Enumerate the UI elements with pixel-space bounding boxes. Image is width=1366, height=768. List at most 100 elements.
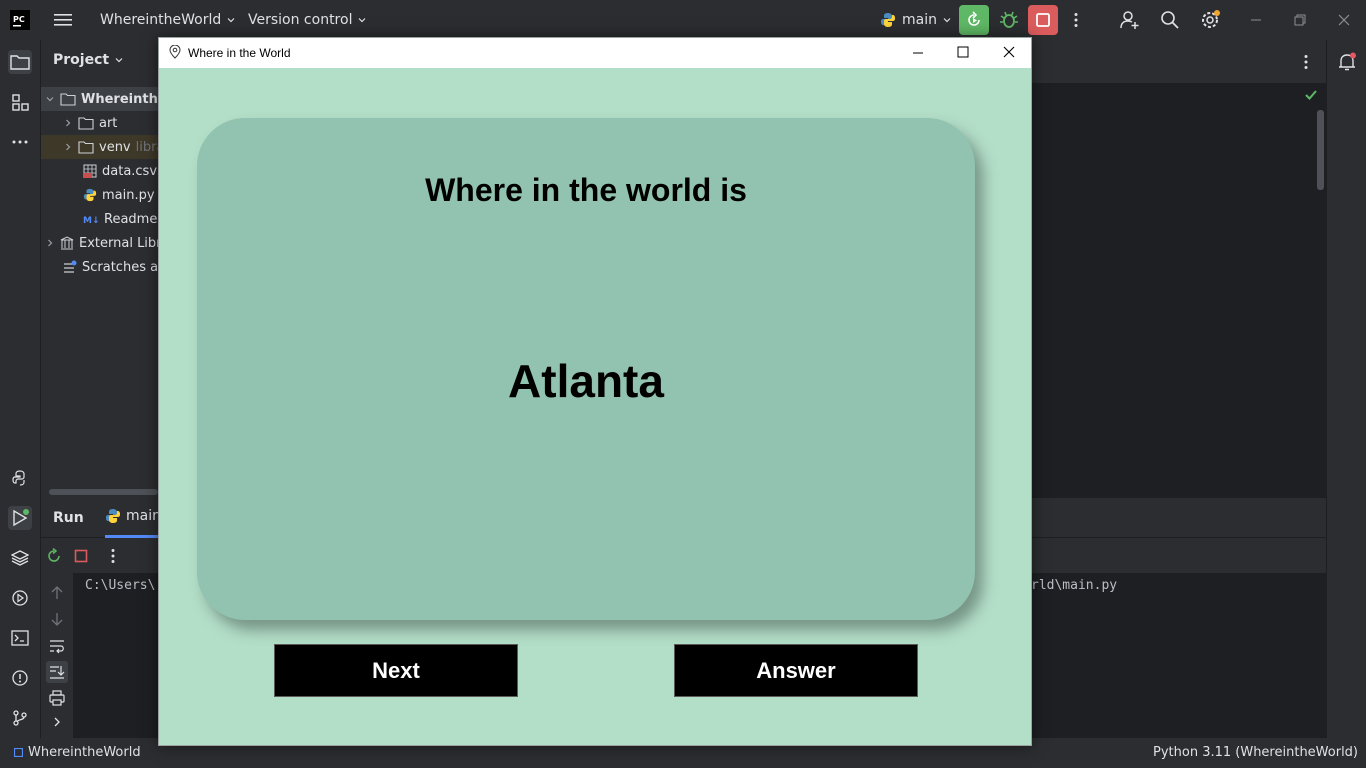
folder-icon (78, 141, 94, 154)
card-city: Atlanta (508, 355, 664, 407)
run-tool-button[interactable] (8, 506, 32, 530)
run-config-tab[interactable]: main (105, 508, 161, 524)
chevron-right-icon (48, 239, 53, 247)
settings-gear-icon[interactable] (1200, 10, 1222, 30)
git-branch-icon (13, 710, 27, 726)
status-project-breadcrumb[interactable]: WhereintheWorld (14, 745, 141, 760)
chevron-down-icon (46, 97, 54, 102)
run-icon (13, 509, 29, 527)
bug-icon (1000, 11, 1018, 28)
scroll-to-end-icon (50, 666, 65, 679)
editor-area (1032, 40, 1326, 498)
ide-title-bar: PC WhereintheWorld Version control main (0, 0, 1366, 40)
project-tool-button[interactable] (8, 50, 32, 74)
stop-icon (1036, 13, 1050, 27)
notifications-bell-icon[interactable] (1337, 52, 1357, 72)
stop-button[interactable] (1028, 5, 1058, 35)
stop-small-icon[interactable] (74, 549, 88, 563)
editor-scrollbar[interactable] (1317, 110, 1324, 190)
project-panel-header[interactable]: Project (53, 52, 123, 68)
right-tool-strip (1326, 40, 1366, 738)
print-icon[interactable] (49, 690, 65, 706)
scratches-icon (64, 260, 77, 273)
python-icon (106, 509, 120, 523)
app-window-title: Where in the World (188, 46, 291, 60)
chevron-down-icon (943, 18, 951, 23)
vcs-menu[interactable]: Version control (248, 0, 366, 40)
close-icon[interactable] (1002, 45, 1016, 59)
folder-icon (10, 55, 30, 70)
tree-item-label: Readme.r (104, 211, 158, 227)
app-window-title-bar[interactable]: Where in the World (159, 38, 1031, 68)
chevron-down-icon (227, 18, 235, 23)
python-console-icon (12, 470, 25, 486)
minimize-icon[interactable] (911, 46, 925, 60)
chevron-down-icon (359, 18, 366, 23)
minimize-ide-icon[interactable] (1248, 12, 1264, 28)
app-window: Where in the World Where in the world is… (158, 37, 1032, 746)
structure-tool-button[interactable] (8, 90, 32, 114)
tree-item-scratches[interactable]: Scratches ar (63, 255, 158, 279)
main-menu-icon[interactable] (54, 0, 72, 40)
more-tools-icon[interactable] (8, 130, 32, 154)
card-prompt: Where in the world is (425, 172, 747, 208)
next-button[interactable]: Next (274, 644, 518, 697)
chevron-down-icon (115, 58, 123, 63)
run-more-icon[interactable] (105, 548, 121, 564)
vcs-label: Version control (248, 12, 353, 28)
inspection-ok-check-icon[interactable] (1304, 88, 1318, 102)
tree-item-note: libra (135, 139, 158, 155)
answer-button[interactable]: Answer (674, 644, 918, 697)
python-packages-tool-button[interactable] (8, 546, 32, 570)
git-tool-button[interactable] (8, 706, 32, 730)
structure-icon (12, 94, 29, 111)
services-tool-button[interactable] (8, 586, 32, 610)
console-line-right: rld\main.py (1031, 578, 1118, 593)
tree-item-project-root[interactable]: WhereintheW (45, 87, 158, 111)
tree-item-art[interactable]: art (63, 111, 117, 135)
close-ide-icon[interactable] (1336, 12, 1352, 28)
tree-item-data-csv[interactable]: data.csv (83, 159, 157, 183)
module-icon (14, 748, 23, 757)
editor-tab-bar (1032, 40, 1326, 84)
tree-item-readme[interactable]: M↓ Readme.r (83, 207, 158, 231)
run-tab-title[interactable]: Run (53, 510, 84, 526)
project-panel: Project WhereintheW art venv libra data.… (41, 40, 158, 498)
restore-ide-icon[interactable] (1292, 12, 1308, 28)
warning-circle-icon (12, 670, 28, 686)
debug-button[interactable] (999, 10, 1019, 30)
run-config-tab-label: main (126, 508, 161, 524)
terminal-tool-button[interactable] (8, 626, 32, 650)
status-interpreter[interactable]: Python 3.11 (WhereintheWorld) (1153, 745, 1358, 760)
horizontal-scrollbar[interactable] (49, 489, 158, 495)
scroll-to-end-button[interactable] (46, 661, 68, 683)
more-actions-icon[interactable] (1068, 12, 1084, 28)
rerun-small-icon[interactable] (46, 548, 62, 564)
project-switcher[interactable]: WhereintheWorld (100, 0, 235, 40)
chevron-right-icon (66, 119, 71, 127)
editor-more-icon[interactable] (1298, 54, 1314, 70)
python-file-icon (83, 188, 97, 202)
rerun-button[interactable] (959, 5, 989, 35)
chevron-right-icon[interactable] (49, 714, 65, 730)
tree-item-main-py[interactable]: main.py (83, 183, 155, 207)
tree-item-external-libraries[interactable]: External Libr (45, 231, 158, 255)
svg-text:PC: PC (13, 15, 25, 24)
problems-tool-button[interactable] (8, 666, 32, 690)
tree-item-venv[interactable]: venv libra (63, 135, 158, 159)
tree-item-label: WhereintheW (81, 91, 158, 107)
soft-wrap-icon[interactable] (49, 638, 65, 654)
pycharm-logo-icon: PC (10, 0, 30, 40)
add-user-icon[interactable] (1120, 10, 1140, 30)
active-tab-indicator (105, 535, 159, 538)
scroll-up-icon[interactable] (49, 585, 65, 601)
search-icon[interactable] (1160, 10, 1180, 30)
maximize-icon[interactable] (956, 45, 970, 59)
run-config-selector[interactable]: main (880, 0, 951, 40)
folder-icon (60, 93, 76, 106)
flash-card: Where in the world is Atlanta (197, 118, 975, 620)
project-name: WhereintheWorld (100, 12, 222, 28)
tree-item-label: main.py (102, 187, 155, 203)
python-console-tool-button[interactable] (8, 466, 32, 490)
scroll-down-icon[interactable] (49, 611, 65, 627)
